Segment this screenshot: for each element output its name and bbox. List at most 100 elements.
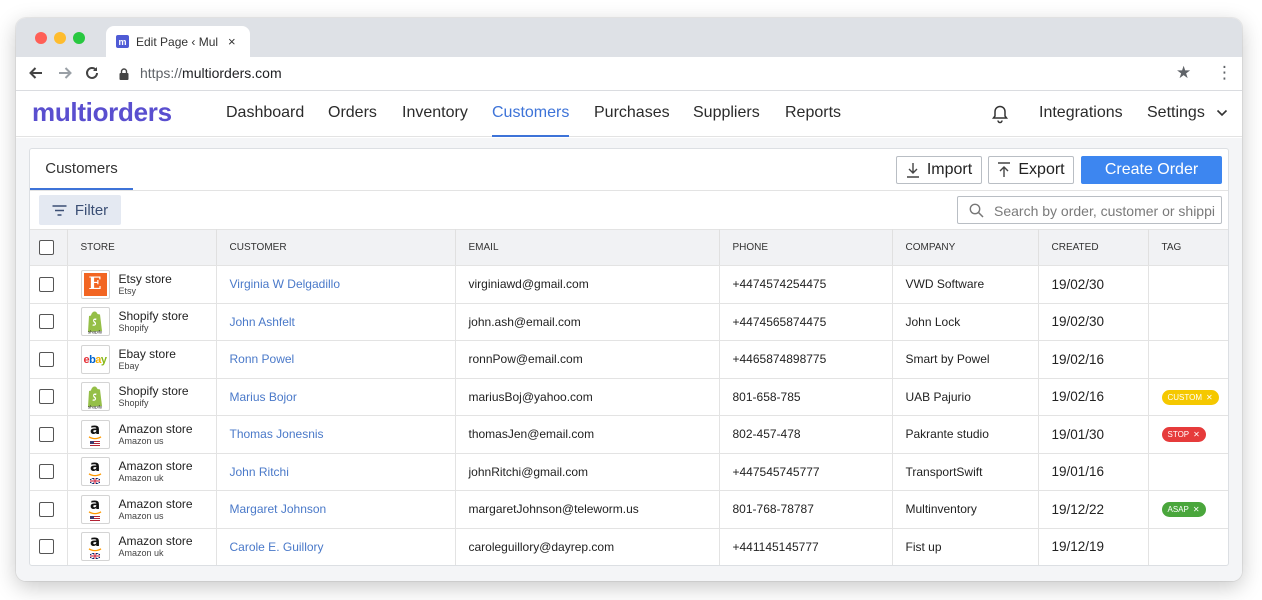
select-all-checkbox[interactable] xyxy=(39,240,54,255)
table-row[interactable]: a Amazon store Amazon uk Carole E. Guillory… xyxy=(30,528,1228,565)
row-checkbox[interactable] xyxy=(39,351,54,367)
tag-badge[interactable]: ASAP ✕ xyxy=(1161,502,1206,518)
customer-company: Fist up xyxy=(892,528,1039,565)
nav-dashboard[interactable]: Dashboard xyxy=(226,104,304,137)
tag-badge[interactable]: STOP ✕ xyxy=(1161,427,1206,443)
nav-reports[interactable]: Reports xyxy=(785,104,841,137)
kebab-menu-icon[interactable]: ⋮ xyxy=(1216,63,1233,83)
url-field[interactable]: https://multiorders.com xyxy=(140,65,282,81)
customer-name-link[interactable]: Marius Bojor xyxy=(216,378,456,416)
header-email[interactable]: EMAIL xyxy=(455,229,720,266)
nav-integrations[interactable]: Integrations xyxy=(1039,104,1123,137)
chevron-down-icon xyxy=(1217,109,1228,117)
back-arrow-icon[interactable] xyxy=(26,63,46,83)
nav-customers[interactable]: Customers xyxy=(492,104,570,137)
table-row[interactable]: E Etsy store Etsy Virginia W Delgadillo virg… xyxy=(30,265,1228,304)
customer-name-link[interactable]: John Ashfelt xyxy=(216,303,456,341)
export-button[interactable]: Export xyxy=(988,156,1074,184)
customer-name-link[interactable]: Thomas Jonesnis xyxy=(216,415,456,454)
customer-name-link[interactable]: Margaret Johnson xyxy=(216,490,456,529)
header-store[interactable]: STORE xyxy=(67,229,217,266)
tag-cell xyxy=(1148,303,1228,341)
tag-cell xyxy=(1148,528,1228,565)
favicon-icon: m xyxy=(116,35,129,48)
row-checkbox[interactable] xyxy=(39,464,54,480)
row-checkbox[interactable] xyxy=(39,426,54,442)
store-cell: a Amazon store Amazon us xyxy=(67,415,217,454)
nav-settings[interactable]: Settings xyxy=(1147,104,1228,137)
created-date: 19/02/30 xyxy=(1038,303,1149,341)
store-name: Amazon store xyxy=(118,496,193,511)
create-order-button[interactable]: Create Order xyxy=(1081,156,1222,184)
customer-email: margaretJohnson@teleworm.us xyxy=(455,490,720,529)
svg-text:shopify: shopify xyxy=(88,404,103,409)
row-checkbox-cell xyxy=(30,490,68,529)
customer-phone: +4474565874475 xyxy=(719,303,893,341)
table-row[interactable]: ebay Ebay store Ebay Ronn Powel ronnPow@emai… xyxy=(30,340,1228,379)
tag-cell xyxy=(1148,265,1228,304)
page-content: Customers Import Export Create Order Fil… xyxy=(16,138,1242,581)
tag-badge[interactable]: CUSTOM ✕ xyxy=(1161,389,1219,405)
row-checkbox[interactable] xyxy=(39,539,54,555)
customer-company: UAB Pajurio xyxy=(892,378,1039,416)
reload-icon[interactable] xyxy=(82,63,102,83)
table-row[interactable]: shopify Shopify store Shopify John Ashfelt j… xyxy=(30,303,1228,341)
row-checkbox[interactable] xyxy=(39,501,54,517)
bell-icon[interactable] xyxy=(991,104,1009,124)
store-logo: E xyxy=(80,269,110,299)
customer-name-link[interactable]: John Ritchi xyxy=(216,453,456,491)
header-created[interactable]: CREATED xyxy=(1038,229,1149,266)
row-checkbox[interactable] xyxy=(39,314,54,330)
tag-cell: STOP ✕ xyxy=(1148,415,1228,454)
row-checkbox[interactable] xyxy=(39,389,54,405)
header-tag[interactable]: TAG xyxy=(1148,229,1228,266)
table-row[interactable]: a Amazon store Amazon us Margaret Johnson ma… xyxy=(30,490,1228,529)
nav-purchases[interactable]: Purchases xyxy=(594,104,670,137)
store-channel: Etsy xyxy=(118,285,137,296)
close-window-button[interactable] xyxy=(35,32,47,44)
customers-panel: Customers Import Export Create Order Fil… xyxy=(29,148,1229,566)
tab-close-icon[interactable]: × xyxy=(228,34,236,49)
shopify-logo-icon: shopify xyxy=(85,310,105,334)
tab-customers[interactable]: Customers xyxy=(30,149,133,190)
import-button[interactable]: Import xyxy=(896,156,982,184)
maximize-window-button[interactable] xyxy=(73,32,85,44)
store-logo: shopify xyxy=(80,307,110,337)
row-checkbox[interactable] xyxy=(39,276,54,292)
forward-arrow-icon[interactable] xyxy=(55,63,75,83)
header-phone[interactable]: PHONE xyxy=(719,229,893,266)
header-company[interactable]: COMPANY xyxy=(892,229,1039,266)
tag-remove-icon[interactable]: ✕ xyxy=(1193,505,1200,514)
customer-name-link[interactable]: Carole E. Guillory xyxy=(216,528,456,565)
filter-button[interactable]: Filter xyxy=(39,195,121,225)
url-protocol: https:// xyxy=(140,65,183,81)
customer-name-link[interactable]: Virginia W Delgadillo xyxy=(216,265,456,304)
search-input[interactable] xyxy=(994,201,1218,221)
browser-tab[interactable]: m Edit Page ‹ Mul × xyxy=(106,26,250,57)
store-channel: Amazon uk xyxy=(118,548,164,559)
customer-name-link[interactable]: Ronn Powel xyxy=(216,340,456,379)
tag-remove-icon[interactable]: ✕ xyxy=(1193,430,1200,439)
customer-company: Pakrante studio xyxy=(892,415,1039,454)
nav-suppliers[interactable]: Suppliers xyxy=(693,104,760,137)
customer-email: ronnPow@email.com xyxy=(455,340,720,379)
customer-phone: +447545745777 xyxy=(719,453,893,491)
customer-phone: +441145145777 xyxy=(719,528,893,565)
row-checkbox-cell xyxy=(30,303,68,341)
lock-icon xyxy=(119,67,129,80)
table-row[interactable]: shopify Shopify store Shopify Marius Bojor m… xyxy=(30,378,1228,416)
us-flag-icon xyxy=(90,440,100,447)
minimize-window-button[interactable] xyxy=(54,32,66,44)
row-checkbox-cell xyxy=(30,528,68,565)
table-row[interactable]: a Amazon store Amazon us Thomas Jonesnis tho… xyxy=(30,415,1228,454)
address-bar: https://multiorders.com ★ ⋮ xyxy=(16,57,1242,91)
multiorders-logo[interactable]: multiorders xyxy=(32,97,172,128)
nav-inventory[interactable]: Inventory xyxy=(402,104,468,137)
header-customer[interactable]: CUSTOMER xyxy=(216,229,456,266)
star-icon[interactable]: ★ xyxy=(1176,63,1191,83)
tag-remove-icon[interactable]: ✕ xyxy=(1206,393,1213,402)
customer-phone: 802-457-478 xyxy=(719,415,893,454)
amazon-logo-icon: a xyxy=(88,534,102,560)
nav-orders[interactable]: Orders xyxy=(328,104,377,137)
table-row[interactable]: a Amazon store Amazon uk John Ritchi johnRit… xyxy=(30,453,1228,491)
